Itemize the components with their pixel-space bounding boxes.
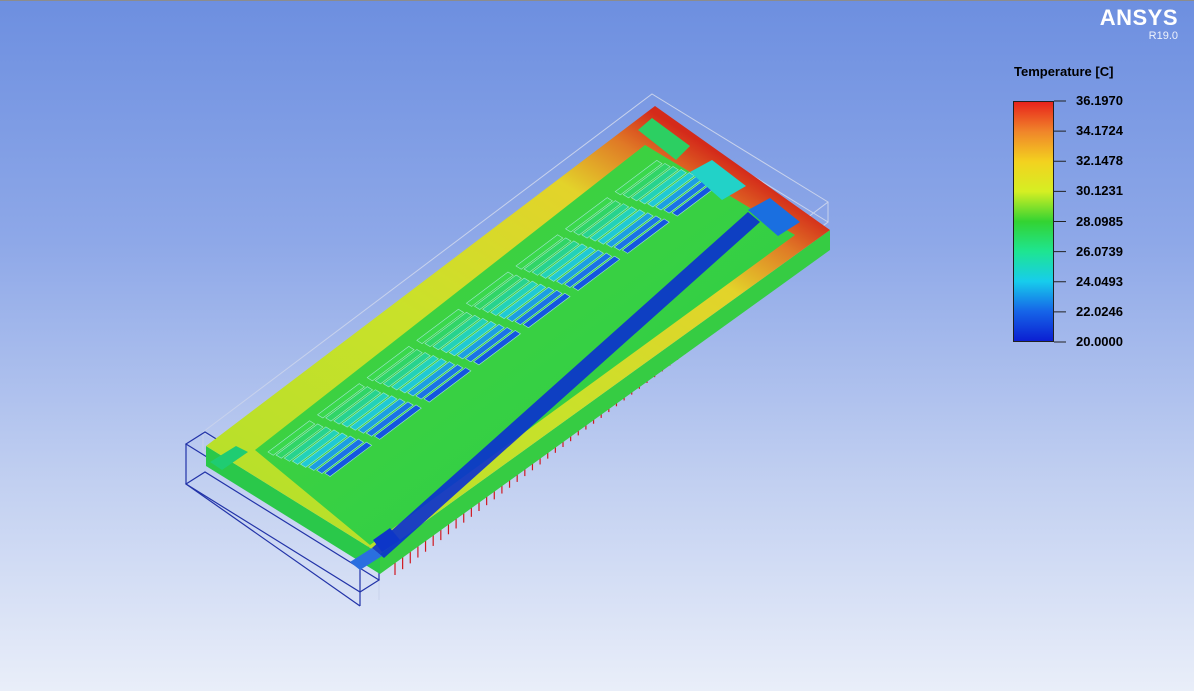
legend-label: 32.1478: [1076, 153, 1123, 169]
legend-label: 28.0985: [1076, 213, 1123, 229]
legend-label: 26.0739: [1076, 243, 1123, 259]
legend-label: 34.1724: [1076, 123, 1123, 139]
graphics-viewport[interactable]: ANSYS R19.0 Temperature [C] 36.1970 34.1…: [0, 0, 1194, 691]
legend-label: 22.0246: [1076, 303, 1123, 319]
legend-label: 36.1970: [1076, 93, 1123, 108]
legend-label: 24.0493: [1076, 273, 1123, 289]
legend-label: 30.1231: [1076, 183, 1123, 199]
legend-title: Temperature [C]: [1014, 64, 1114, 79]
legend-label: 20.0000: [1076, 334, 1123, 349]
legend-color-bar: [1013, 101, 1054, 342]
